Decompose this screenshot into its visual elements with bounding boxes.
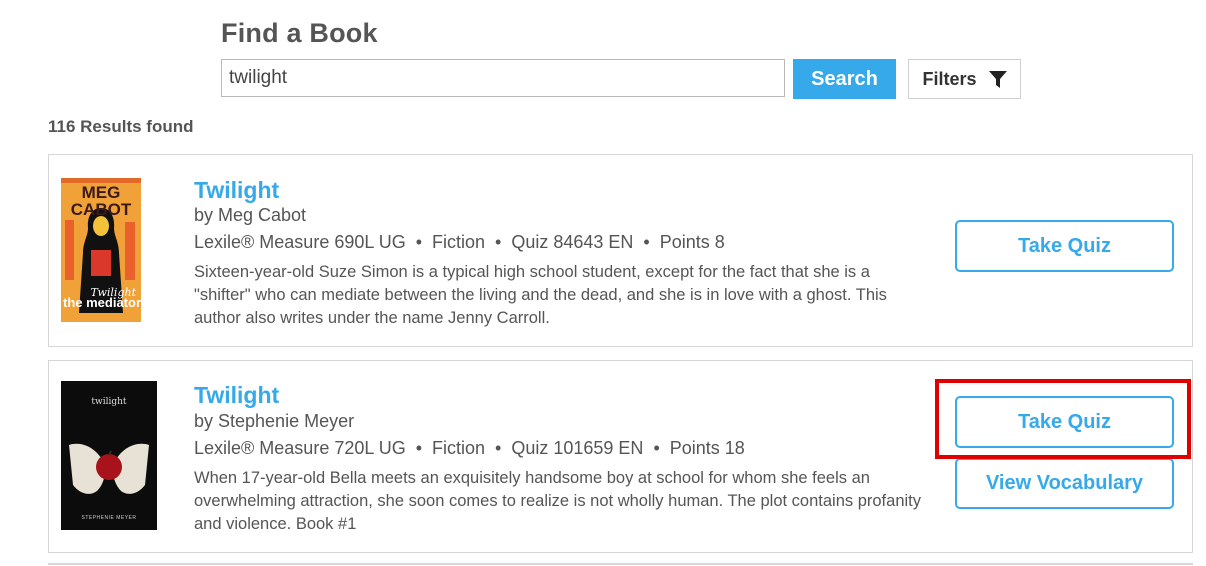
book-title-link[interactable]: Twilight [194,382,279,409]
book-points: Points 18 [669,438,745,458]
meta-separator: • [415,232,423,252]
book-card: MEG CABOT Twilight the mediator Twilight… [48,154,1193,347]
book-description: When 17-year-old Bella meets an exquisit… [194,469,921,533]
book-lexile: Lexile® Measure 690L UG [194,232,406,252]
filters-button[interactable]: Filters [908,59,1021,99]
results-count: 116 Results found [48,117,194,136]
book-cover[interactable]: MEG CABOT Twilight the mediator [61,178,141,322]
take-quiz-button[interactable]: Take Quiz [955,396,1174,448]
book-quiz-number: Quiz 84643 EN [511,232,634,252]
take-quiz-label: Take Quiz [1018,410,1111,433]
book-points: Points 8 [659,232,725,252]
book-description: Sixteen-year-old Suze Simon is a typical… [194,263,887,327]
meta-separator: • [415,438,423,458]
cover-author: STEPHENIE MEYER [81,515,137,521]
page-title: Find a Book [221,18,378,48]
next-card-border [48,563,1193,565]
book-card: twilight STEPHENIE MEYER Twilight by Ste… [48,360,1193,553]
view-vocabulary-label: View Vocabulary [985,472,1144,494]
search-input[interactable] [221,59,785,97]
view-vocabulary-button[interactable]: View Vocabulary [955,458,1174,509]
book-meta: Lexile® Measure 720L UG • Fiction • Quiz 101… [194,438,745,459]
meta-separator: • [495,232,502,252]
cover-series: the mediator [63,295,141,310]
meta-separator: • [643,232,650,252]
book-cover[interactable]: twilight STEPHENIE MEYER [61,381,157,530]
book-genre: Fiction [432,232,486,252]
book-author: by Meg Cabot [194,205,307,225]
filters-button-label: Filters [922,68,977,89]
take-quiz-button[interactable]: Take Quiz [955,220,1174,272]
book-title-link[interactable]: Twilight [194,177,279,204]
book-quiz-number: Quiz 101659 EN [511,438,644,458]
meta-separator: • [495,438,502,458]
book-lexile: Lexile® Measure 720L UG [194,438,406,458]
cover-author-line1: MEG [81,183,121,202]
meta-separator: • [653,438,660,458]
book-genre: Fiction [432,438,486,458]
book-meta: Lexile® Measure 690L UG • Fiction • Quiz 846… [194,232,725,253]
search-button-label: Search [811,67,878,90]
cover-title: twilight [91,397,127,407]
cover-author-line2: CABOT [70,200,132,219]
take-quiz-label: Take Quiz [1018,234,1111,257]
search-button[interactable]: Search [793,59,896,99]
book-author: by Stephenie Meyer [194,411,355,431]
filter-icon [988,70,1007,88]
